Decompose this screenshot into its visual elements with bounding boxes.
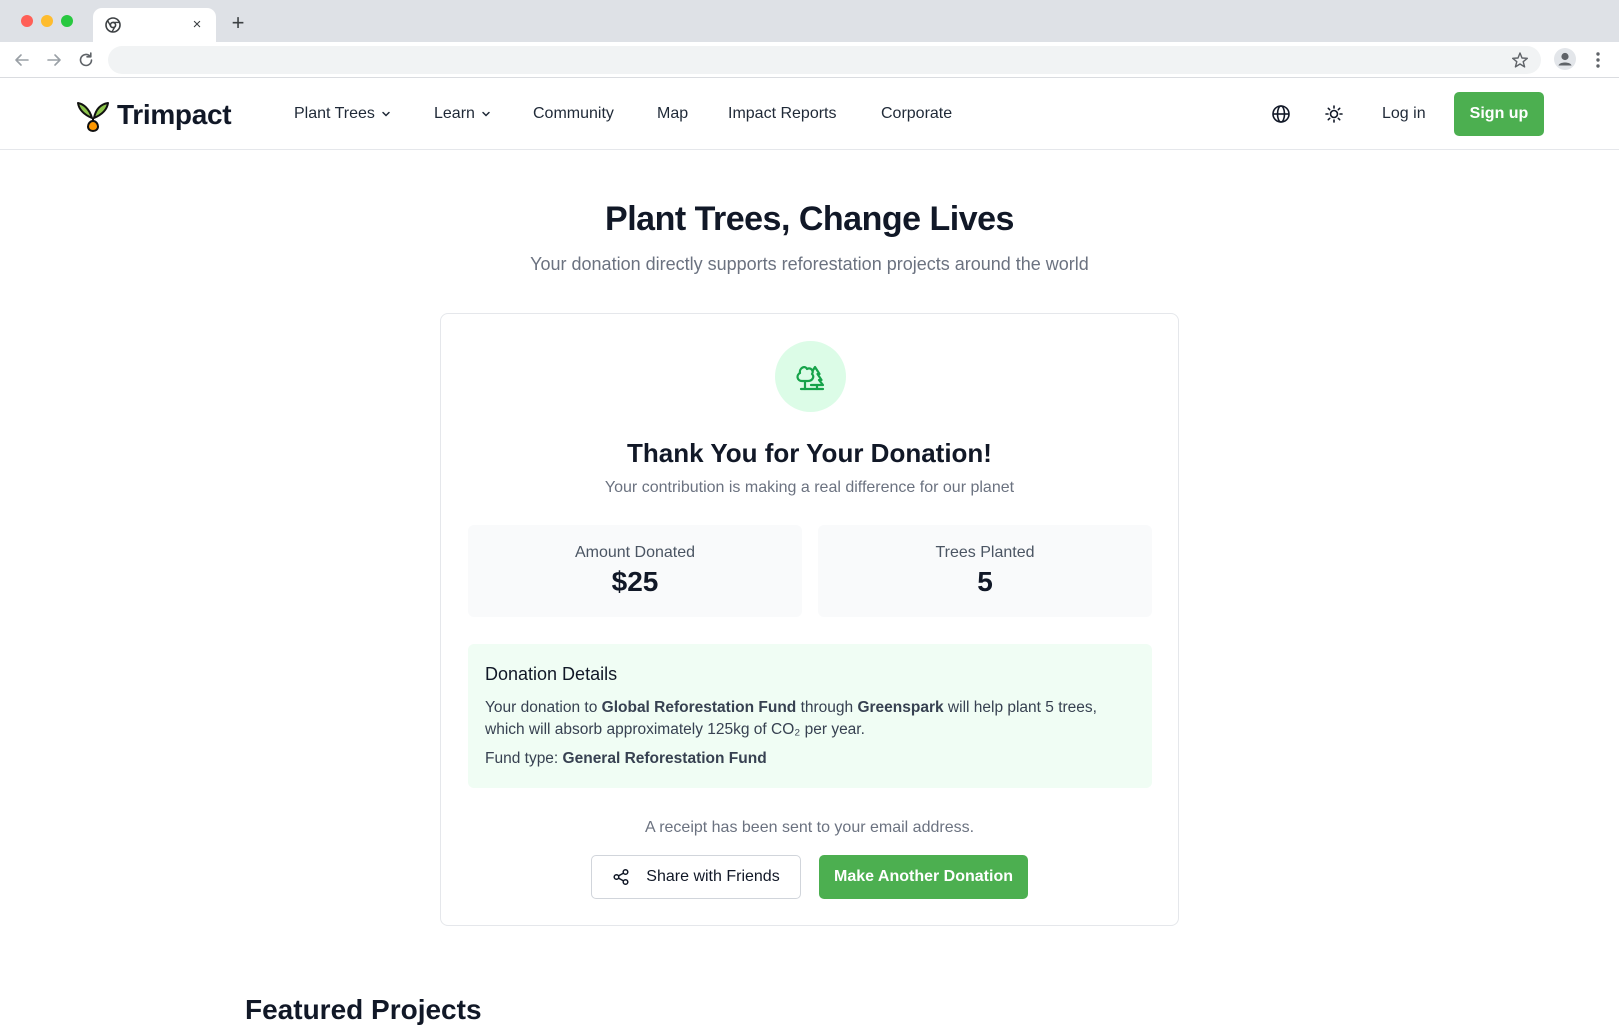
tree-badge: [775, 341, 846, 412]
reload-icon[interactable]: [76, 50, 96, 70]
back-arrow-icon[interactable]: [12, 50, 32, 70]
brand-logo[interactable]: Trimpact: [77, 98, 232, 132]
nav-community[interactable]: Community: [533, 105, 614, 123]
share-icon: [613, 868, 629, 886]
forward-arrow-icon[interactable]: [44, 50, 64, 70]
donation-details-panel: Donation Details Your donation to Global…: [468, 644, 1152, 788]
browser-tab[interactable]: ×: [93, 8, 216, 42]
chrome-favicon-icon: [105, 17, 121, 33]
fund-name: Global Reforestation Fund: [601, 699, 797, 716]
amount-donated-value: $25: [611, 566, 659, 597]
trees-planted-value: 5: [977, 566, 993, 597]
new-tab-button[interactable]: +: [226, 12, 250, 36]
trees-planted-stat: Trees Planted 5: [818, 525, 1152, 617]
browser-toolbar: [0, 42, 1619, 78]
window-maximize-button[interactable]: [61, 15, 73, 27]
nav-learn[interactable]: Learn: [434, 105, 491, 123]
share-with-friends-button[interactable]: Share with Friends: [591, 855, 801, 899]
globe-icon[interactable]: [1270, 103, 1292, 125]
chevron-down-icon: [482, 111, 490, 117]
chevron-down-icon: [382, 111, 390, 117]
brand-name: Trimpact: [117, 99, 232, 130]
window-close-button[interactable]: [21, 15, 33, 27]
confirmation-title: Thank You for Your Donation!: [627, 438, 992, 468]
donation-details-text: Your donation to Global Reforestation Fu…: [485, 699, 1097, 738]
partner-name: Greenspark: [857, 699, 944, 716]
browser-tabstrip: × +: [0, 0, 1619, 42]
bookmark-star-icon[interactable]: [1511, 51, 1529, 69]
donation-details-title: Donation Details: [485, 664, 618, 684]
profile-avatar-icon[interactable]: [1554, 48, 1576, 70]
donation-confirmation-card: Thank You for Your Donation! Your contri…: [440, 313, 1179, 926]
nav-corporate[interactable]: Corporate: [881, 105, 952, 123]
share-button-label: Share with Friends: [646, 868, 780, 885]
login-link[interactable]: Log in: [1382, 105, 1426, 123]
sun-theme-icon[interactable]: [1323, 103, 1345, 125]
signup-button[interactable]: Sign up: [1454, 92, 1544, 136]
page-subtitle: Your donation directly supports reforest…: [530, 254, 1089, 274]
address-bar[interactable]: [108, 46, 1541, 74]
browser-menu-icon[interactable]: [1592, 50, 1604, 70]
page-title: Plant Trees, Change Lives: [605, 200, 1014, 238]
site-header: Trimpact Plant Trees Learn Community Map…: [0, 78, 1619, 150]
nav-plant-trees[interactable]: Plant Trees: [294, 105, 391, 123]
fund-type: Fund type: General Reforestation Fund: [485, 750, 767, 767]
nav-impact-reports[interactable]: Impact Reports: [728, 105, 836, 123]
amount-donated-stat: Amount Donated $25: [468, 525, 802, 617]
nav-learn-label: Learn: [434, 105, 475, 122]
tab-close-icon[interactable]: ×: [188, 16, 206, 34]
confirmation-subtitle: Your contribution is making a real diffe…: [604, 479, 1015, 496]
window-minimize-button[interactable]: [41, 15, 53, 27]
trees-planted-label: Trees Planted: [935, 544, 1035, 561]
featured-projects-heading: Featured Projects: [245, 994, 482, 1025]
trees-icon: [795, 365, 824, 390]
fund-type-value: General Reforestation Fund: [562, 750, 767, 767]
sprout-logo-icon: [77, 102, 109, 132]
receipt-note: A receipt has been sent to your email ad…: [644, 819, 975, 836]
amount-donated-label: Amount Donated: [574, 544, 696, 561]
nav-map[interactable]: Map: [657, 105, 688, 123]
make-another-donation-button[interactable]: Make Another Donation: [819, 855, 1028, 899]
nav-plant-trees-label: Plant Trees: [294, 105, 375, 122]
